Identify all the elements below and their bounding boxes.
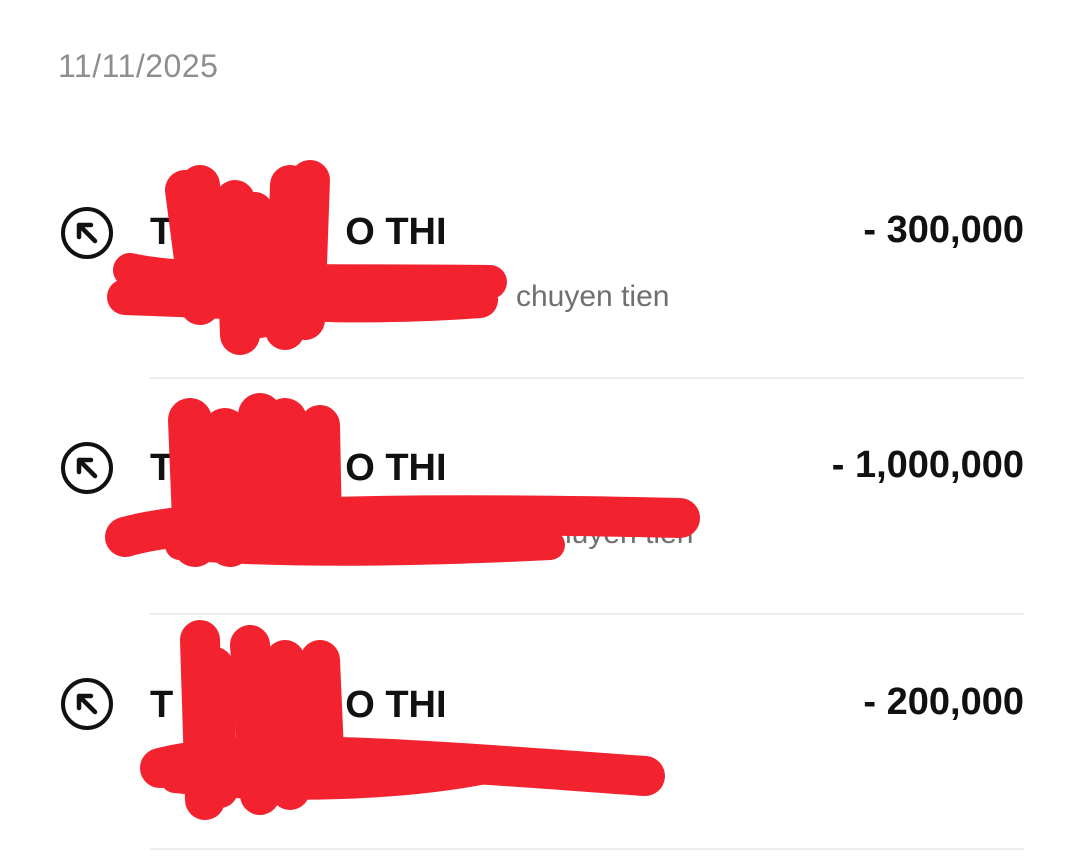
transaction-name: T O THI xyxy=(150,684,447,727)
transaction-name-head: T xyxy=(150,684,174,726)
transaction-name-head: T xyxy=(150,447,174,489)
transaction-row[interactable]: T O THI chuyen tien - 1,000,000 xyxy=(0,379,1080,615)
transaction-name-tail: O THI xyxy=(345,684,447,726)
transaction-amount: - 200,000 xyxy=(863,681,1024,723)
divider xyxy=(150,848,1024,850)
transaction-amount: - 1,000,000 xyxy=(831,444,1024,486)
transaction-list: T O THI chuyen tien - 300,000 T O THI chuy… xyxy=(0,0,1080,867)
transaction-name: T O THI xyxy=(150,211,447,254)
arrow-up-left-circle-icon xyxy=(61,442,113,494)
arrow-up-left-circle-icon xyxy=(61,678,113,730)
arrow-up-left-circle-icon xyxy=(61,207,113,259)
transaction-name: T O THI xyxy=(150,447,447,490)
transaction-description: chuyen tien xyxy=(540,517,694,550)
transaction-name-head: T xyxy=(150,211,174,253)
transaction-amount: - 300,000 xyxy=(863,209,1024,251)
transaction-row[interactable]: T O THI - 200,000 xyxy=(0,614,1080,850)
transaction-row[interactable]: T O THI chuyen tien - 300,000 xyxy=(0,143,1080,379)
transaction-description: chuyen tien xyxy=(516,280,670,313)
transaction-name-tail: O THI xyxy=(345,447,447,489)
transaction-name-tail: O THI xyxy=(345,211,447,253)
